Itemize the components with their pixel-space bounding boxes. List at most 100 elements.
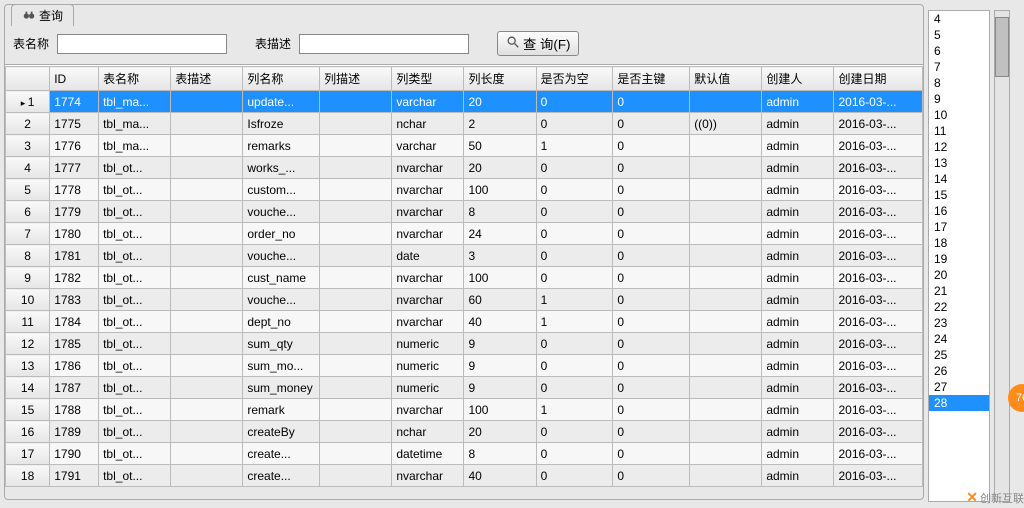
cell[interactable]: tbl_ma... xyxy=(99,91,171,113)
cell[interactable]: 2016-03-... xyxy=(834,157,923,179)
cell[interactable] xyxy=(171,311,243,333)
cell[interactable]: 9 xyxy=(6,267,50,289)
cell[interactable]: 10 xyxy=(6,289,50,311)
cell[interactable]: 0 xyxy=(613,91,690,113)
cell[interactable] xyxy=(690,289,762,311)
cell[interactable] xyxy=(690,355,762,377)
cell[interactable]: numeric xyxy=(392,377,464,399)
col-header[interactable]: 列名称 xyxy=(243,67,320,91)
cell[interactable]: 0 xyxy=(536,91,613,113)
cell[interactable]: nchar xyxy=(392,421,464,443)
cell[interactable]: 3 xyxy=(464,245,536,267)
cell[interactable]: 0 xyxy=(613,179,690,201)
cell[interactable]: 1780 xyxy=(50,223,99,245)
cell[interactable]: admin xyxy=(762,333,834,355)
cell[interactable] xyxy=(320,157,392,179)
cell[interactable]: 2016-03-... xyxy=(834,91,923,113)
cell[interactable]: 1791 xyxy=(50,465,99,487)
query-button[interactable]: 查 询(F) xyxy=(497,31,579,56)
cell[interactable]: 11 xyxy=(6,311,50,333)
cell[interactable]: datetime xyxy=(392,443,464,465)
cell[interactable] xyxy=(171,289,243,311)
cell[interactable]: 100 xyxy=(464,267,536,289)
cell[interactable]: 0 xyxy=(536,113,613,135)
cell[interactable] xyxy=(320,311,392,333)
cell[interactable]: tbl_ot... xyxy=(99,377,171,399)
cell[interactable] xyxy=(690,201,762,223)
sidebar-item[interactable]: 20 xyxy=(929,267,989,283)
cell[interactable]: 100 xyxy=(464,179,536,201)
cell[interactable]: 18 xyxy=(6,465,50,487)
sidebar-item[interactable]: 7 xyxy=(929,59,989,75)
cell[interactable]: 2016-03-... xyxy=(834,421,923,443)
cell[interactable]: sum_money xyxy=(243,377,320,399)
cell[interactable]: nvarchar xyxy=(392,311,464,333)
cell[interactable] xyxy=(690,267,762,289)
cell[interactable]: 8 xyxy=(464,201,536,223)
cell[interactable]: 1774 xyxy=(50,91,99,113)
cell[interactable]: 0 xyxy=(536,355,613,377)
col-header[interactable]: 默认值 xyxy=(690,67,762,91)
cell[interactable]: 2016-03-... xyxy=(834,223,923,245)
cell[interactable]: tbl_ot... xyxy=(99,443,171,465)
cell[interactable]: update... xyxy=(243,91,320,113)
table-row[interactable]: 71780tbl_ot...order_nonvarchar2400admin2… xyxy=(6,223,923,245)
sidebar-item[interactable]: 4 xyxy=(929,11,989,27)
cell[interactable]: tbl_ot... xyxy=(99,355,171,377)
cell[interactable]: 2016-03-... xyxy=(834,465,923,487)
scrollbar-thumb[interactable] xyxy=(995,17,1009,77)
cell[interactable]: nvarchar xyxy=(392,465,464,487)
sidebar-item[interactable]: 22 xyxy=(929,299,989,315)
cell[interactable] xyxy=(171,179,243,201)
cell[interactable] xyxy=(320,91,392,113)
table-row[interactable]: 181791tbl_ot...create...nvarchar4000admi… xyxy=(6,465,923,487)
cell[interactable]: 1784 xyxy=(50,311,99,333)
cell[interactable]: tbl_ot... xyxy=(99,267,171,289)
cell[interactable]: 1 xyxy=(536,311,613,333)
sidebar-item[interactable]: 11 xyxy=(929,123,989,139)
col-header[interactable]: 创建日期 xyxy=(834,67,923,91)
table-row[interactable]: 141787tbl_ot...sum_moneynumeric900admin2… xyxy=(6,377,923,399)
cell[interactable]: admin xyxy=(762,135,834,157)
cell[interactable] xyxy=(690,179,762,201)
cell[interactable]: 1778 xyxy=(50,179,99,201)
col-header[interactable] xyxy=(6,67,50,91)
cell[interactable]: 0 xyxy=(613,333,690,355)
table-row[interactable]: 101783tbl_ot...vouche...nvarchar6010admi… xyxy=(6,289,923,311)
cell[interactable]: 2016-03-... xyxy=(834,311,923,333)
table-row[interactable]: 41777tbl_ot...works_...nvarchar2000admin… xyxy=(6,157,923,179)
cell[interactable]: admin xyxy=(762,465,834,487)
cell[interactable]: 1782 xyxy=(50,267,99,289)
col-header[interactable]: 是否主键 xyxy=(613,67,690,91)
cell[interactable]: nvarchar xyxy=(392,201,464,223)
table-row[interactable]: 81781tbl_ot...vouche...date300admin2016-… xyxy=(6,245,923,267)
cell[interactable]: 0 xyxy=(536,267,613,289)
cell[interactable]: 1783 xyxy=(50,289,99,311)
cell[interactable]: admin xyxy=(762,113,834,135)
cell[interactable] xyxy=(690,245,762,267)
cell[interactable]: 1787 xyxy=(50,377,99,399)
cell[interactable]: 0 xyxy=(536,245,613,267)
cell[interactable] xyxy=(171,113,243,135)
cell[interactable]: 0 xyxy=(613,377,690,399)
cell[interactable]: 100 xyxy=(464,399,536,421)
cell[interactable]: 20 xyxy=(464,91,536,113)
cell[interactable]: 1775 xyxy=(50,113,99,135)
col-header[interactable]: 表名称 xyxy=(99,67,171,91)
table-row[interactable]: 21775tbl_ma...Isfrozenchar200((0))admin2… xyxy=(6,113,923,135)
cell[interactable]: admin xyxy=(762,311,834,333)
cell[interactable]: 2016-03-... xyxy=(834,443,923,465)
col-header[interactable]: 是否为空 xyxy=(536,67,613,91)
cell[interactable]: cust_name xyxy=(243,267,320,289)
cell[interactable]: 0 xyxy=(613,421,690,443)
cell[interactable] xyxy=(320,377,392,399)
cell[interactable]: works_... xyxy=(243,157,320,179)
cell[interactable]: 0 xyxy=(536,157,613,179)
cell[interactable]: tbl_ot... xyxy=(99,223,171,245)
cell[interactable]: tbl_ot... xyxy=(99,245,171,267)
sidebar-item[interactable]: 25 xyxy=(929,347,989,363)
cell[interactable]: 60 xyxy=(464,289,536,311)
cell[interactable]: 2016-03-... xyxy=(834,135,923,157)
cell[interactable]: 0 xyxy=(536,465,613,487)
cell[interactable]: order_no xyxy=(243,223,320,245)
